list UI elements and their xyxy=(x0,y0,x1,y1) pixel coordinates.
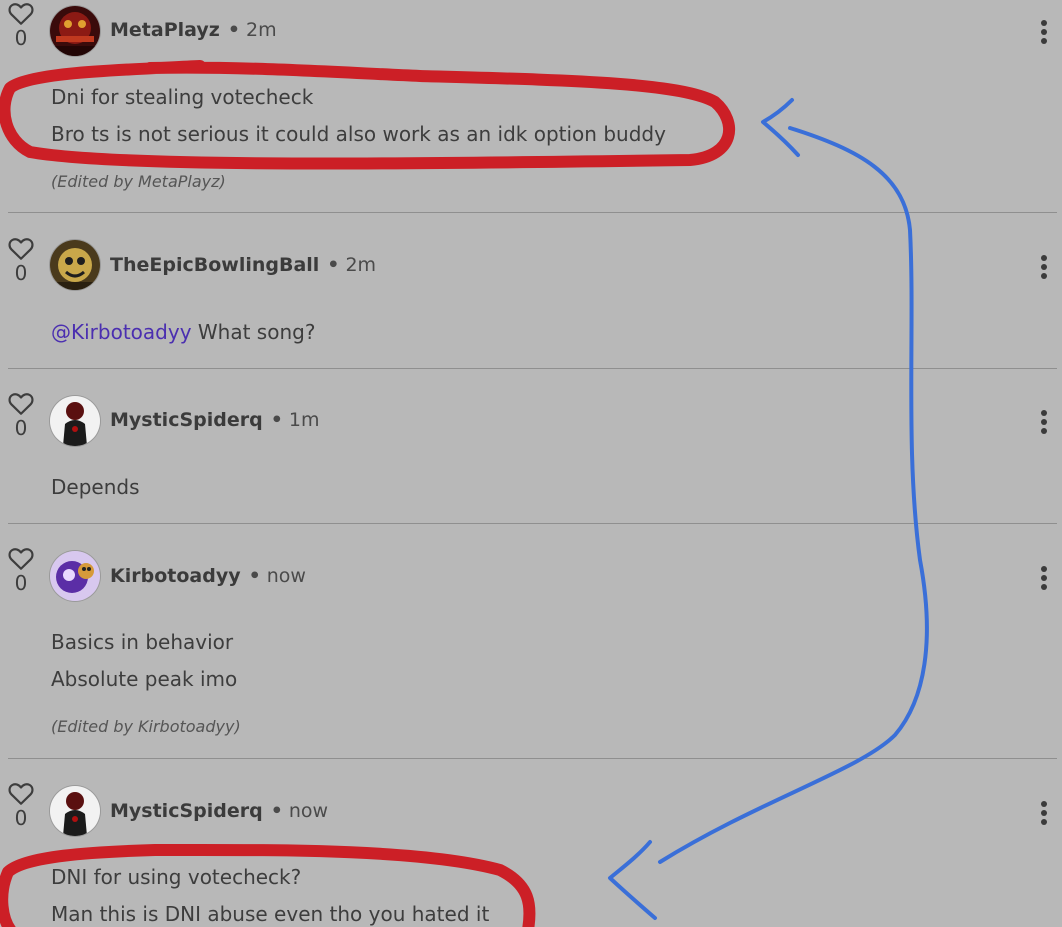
comment-text-line: Bro ts is not serious it could also work… xyxy=(51,122,666,146)
timestamp: 2m xyxy=(345,254,377,276)
avatar[interactable] xyxy=(50,240,100,290)
comment-text-line: Man this is DNI abuse even tho you hated… xyxy=(51,902,490,926)
comment-text-line: Basics in behavior xyxy=(51,630,234,654)
timestamp: 2m xyxy=(245,19,277,41)
like-button[interactable]: 0 xyxy=(7,782,35,828)
author-name[interactable]: MysticSpiderq xyxy=(110,800,263,822)
more-options-icon[interactable] xyxy=(1034,564,1054,594)
like-count: 0 xyxy=(14,26,28,50)
comment-4: 0 Kirbotoadyy • now Basics in behavior Abs… xyxy=(0,524,1062,758)
comment-meta: MysticSpiderq • 1m xyxy=(110,408,319,432)
more-options-icon[interactable] xyxy=(1034,253,1054,283)
like-count: 0 xyxy=(14,571,28,595)
comment-meta: TheEpicBowlingBall • 2m xyxy=(110,253,376,277)
heart-icon[interactable] xyxy=(8,2,34,26)
author-name[interactable]: TheEpicBowlingBall xyxy=(110,254,319,276)
comment-2: 0 TheEpicBowlingBall • 2m @Kirbotoadyy Wha… xyxy=(0,213,1062,368)
user-mention[interactable]: @Kirbotoadyy xyxy=(51,320,192,344)
heart-icon[interactable] xyxy=(8,547,34,571)
timestamp: now xyxy=(266,565,306,587)
comment-text: What song? xyxy=(191,320,316,344)
avatar[interactable] xyxy=(50,396,100,446)
author-name[interactable]: MysticSpiderq xyxy=(110,409,263,431)
comment-text-line: Absolute peak imo xyxy=(51,667,238,691)
comment-text-line: DNI for using votecheck? xyxy=(51,865,302,889)
like-count: 0 xyxy=(14,806,28,830)
heart-icon[interactable] xyxy=(8,782,34,806)
comment-5: 0 MysticSpiderq • now DNI for using votech… xyxy=(0,759,1062,927)
separator-dot: • xyxy=(270,409,283,431)
avatar[interactable] xyxy=(50,6,100,56)
separator-dot: • xyxy=(227,19,240,41)
comment-3: 0 MysticSpiderq • 1m Depends xyxy=(0,369,1062,523)
like-count: 0 xyxy=(14,261,28,285)
comment-text-line: Dni for stealing votecheck xyxy=(51,85,314,109)
more-options-icon[interactable] xyxy=(1034,18,1054,48)
avatar[interactable] xyxy=(50,551,100,601)
more-options-icon[interactable] xyxy=(1034,799,1054,829)
separator-dot: • xyxy=(327,254,340,276)
heart-icon[interactable] xyxy=(8,392,34,416)
heart-icon[interactable] xyxy=(8,237,34,261)
timestamp: now xyxy=(288,800,329,822)
comment-text-line: Depends xyxy=(51,475,140,499)
more-options-icon[interactable] xyxy=(1034,408,1054,438)
comment-1: 0 MetaPlayz • 2m Dni for stealing votechec… xyxy=(0,0,1062,213)
author-name[interactable]: MetaPlayz xyxy=(110,19,220,41)
edited-note: (Edited by Kirbotoadyy) xyxy=(51,717,241,736)
comment-meta: MetaPlayz • 2m xyxy=(110,18,277,42)
separator-dot: • xyxy=(270,800,283,822)
comment-text-line: @Kirbotoadyy What song? xyxy=(51,319,315,345)
like-button[interactable]: 0 xyxy=(7,392,35,438)
avatar[interactable] xyxy=(50,786,100,836)
author-name[interactable]: Kirbotoadyy xyxy=(110,565,241,587)
comment-meta: MysticSpiderq • now xyxy=(110,799,328,823)
like-button[interactable]: 0 xyxy=(7,547,35,593)
like-count: 0 xyxy=(14,416,28,440)
separator-dot: • xyxy=(248,565,261,587)
like-button[interactable]: 0 xyxy=(7,237,35,283)
edited-note: (Edited by MetaPlayz) xyxy=(51,172,226,191)
like-button[interactable]: 0 xyxy=(7,2,35,48)
timestamp: 1m xyxy=(288,409,320,431)
comment-meta: Kirbotoadyy • now xyxy=(110,564,306,588)
